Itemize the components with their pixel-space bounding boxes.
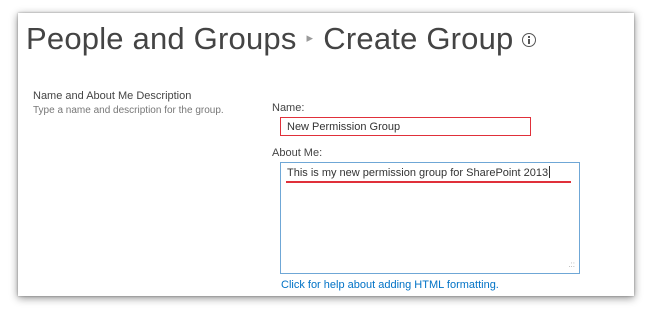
- section-title: Name and About Me Description: [33, 90, 192, 102]
- resize-grip-icon[interactable]: .::: [568, 261, 575, 269]
- create-group-panel: People and Groups ▸ Create Group Name and …: [18, 13, 634, 296]
- breadcrumb-create-group: Create Group: [323, 21, 514, 56]
- name-label: Name:: [272, 102, 305, 114]
- html-formatting-help-link[interactable]: Click for help about adding HTML formatt…: [281, 279, 499, 291]
- annotation-underline: [286, 181, 571, 183]
- section-description: Type a name and description for the grou…: [33, 105, 224, 116]
- page-title: People and Groups ▸ Create Group: [26, 21, 536, 57]
- about-me-text-wrapper: This is my new permission group for Shar…: [287, 166, 551, 179]
- breadcrumb-separator-icon: ▸: [306, 29, 314, 45]
- text-caret: [549, 166, 551, 178]
- about-me-label: About Me:: [272, 147, 323, 159]
- breadcrumb-people-and-groups[interactable]: People and Groups: [26, 21, 297, 56]
- about-me-textarea[interactable]: This is my new permission group for Shar…: [280, 162, 580, 274]
- info-icon[interactable]: [521, 33, 536, 47]
- about-me-text: This is my new permission group for Shar…: [287, 167, 549, 179]
- name-input[interactable]: [280, 117, 531, 136]
